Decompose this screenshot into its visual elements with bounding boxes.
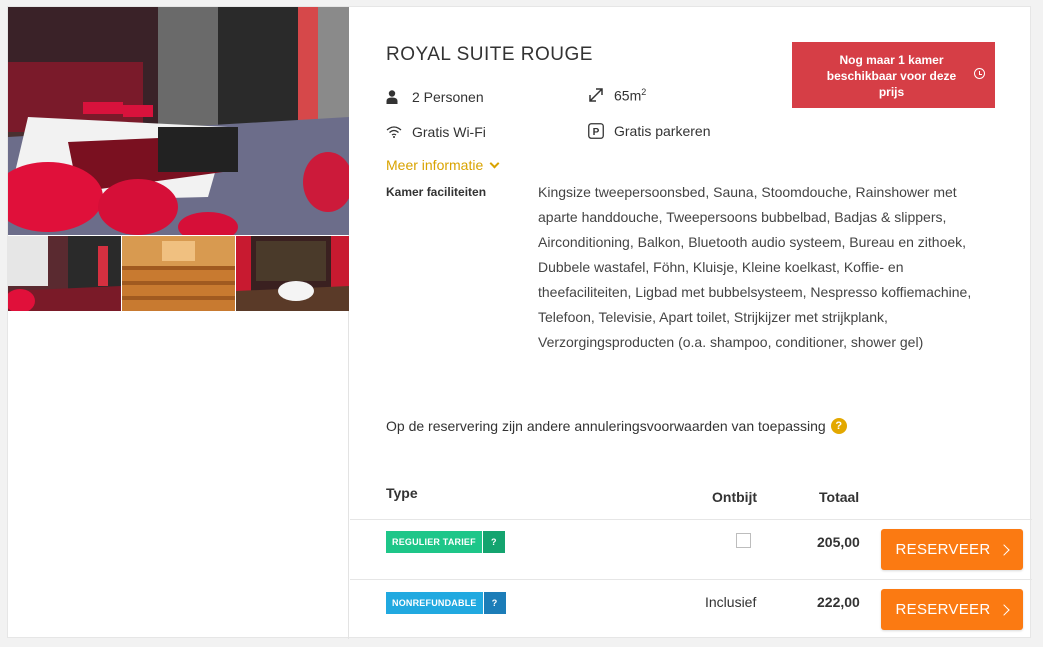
thumbnail-strip: [8, 236, 349, 311]
more-info-label: Meer informatie: [386, 157, 484, 173]
question-circle-icon[interactable]: ?: [830, 418, 847, 434]
facilities-text: Kingsize tweepersoonsbed, Sauna, Stoomdo…: [538, 184, 972, 350]
availability-badge: Nog maar 1 kamer beschikbaar voor deze p…: [792, 42, 995, 108]
reserve-button[interactable]: RESERVEER: [881, 529, 1023, 570]
rate-tag-label: NONREFUNDABLE: [386, 592, 483, 614]
chevron-down-icon: [489, 158, 500, 168]
availability-text: Nog maar 1 kamer beschikbaar voor deze p…: [826, 53, 957, 99]
size-value: 65m: [614, 87, 642, 104]
cancellation-note: Op de reservering zijn andere annulering…: [386, 418, 847, 434]
feature-wifi: Gratis Wi-Fi: [386, 124, 486, 140]
svg-text:P: P: [593, 127, 600, 138]
thumbnail-sauna[interactable]: [122, 236, 235, 311]
feature-parking: P Gratis parkeren: [588, 123, 710, 139]
photo-gallery: [8, 7, 349, 639]
table-divider: [350, 579, 1032, 580]
chevron-right-icon: [998, 603, 1011, 616]
header-total: Totaal: [819, 489, 860, 505]
rate-tag-regular: REGULIER TARIEF ?: [386, 531, 505, 553]
persons-label: 2 Personen: [412, 89, 484, 105]
more-info-link[interactable]: Meer informatie: [386, 157, 500, 173]
wifi-label: Gratis Wi-Fi: [412, 124, 486, 140]
feature-persons: 2 Personen: [386, 89, 484, 105]
room-title: ROYAL SUITE ROUGE: [386, 44, 593, 65]
header-breakfast: Ontbijt: [712, 489, 758, 505]
thumbnail-bedroom[interactable]: [8, 236, 121, 311]
size-label: 65m2: [614, 87, 646, 104]
person-icon: [386, 89, 408, 105]
rate-tag-label: REGULIER TARIEF: [386, 531, 482, 553]
price-total: 205,00: [817, 534, 860, 550]
parking-icon: P: [588, 123, 610, 139]
rate-help-button[interactable]: ?: [482, 531, 505, 553]
room-details: ROYAL SUITE ROUGE Nog maar 1 kamer besch…: [350, 7, 1032, 639]
clock-icon: [974, 68, 985, 79]
expand-arrows-icon: [588, 87, 610, 103]
header-type: Type: [386, 485, 418, 501]
reserve-button-label: RESERVEER: [895, 541, 991, 558]
thumbnail-bathroom[interactable]: [236, 236, 349, 311]
facilities-label: Kamer faciliteiten: [386, 185, 487, 199]
feature-size: 65m2: [588, 87, 646, 104]
size-superscript: 2: [641, 87, 647, 97]
main-room-photo[interactable]: [8, 7, 349, 235]
cancellation-text: Op de reservering zijn andere annulering…: [386, 418, 826, 434]
table-divider: [350, 519, 1032, 520]
price-total: 222,00: [817, 594, 860, 610]
wifi-icon: [386, 124, 408, 140]
rate-help-button[interactable]: ?: [483, 592, 506, 614]
reserve-button-label: RESERVEER: [895, 601, 991, 618]
chevron-right-icon: [998, 543, 1011, 556]
room-card: ROYAL SUITE ROUGE Nog maar 1 kamer besch…: [7, 6, 1032, 639]
parking-label: Gratis parkeren: [614, 123, 711, 139]
breakfast-included: Inclusief: [705, 594, 757, 610]
breakfast-checkbox[interactable]: [736, 533, 751, 548]
reserve-button[interactable]: RESERVEER: [881, 589, 1023, 630]
rate-tag-nonrefundable: NONREFUNDABLE ?: [386, 592, 506, 614]
